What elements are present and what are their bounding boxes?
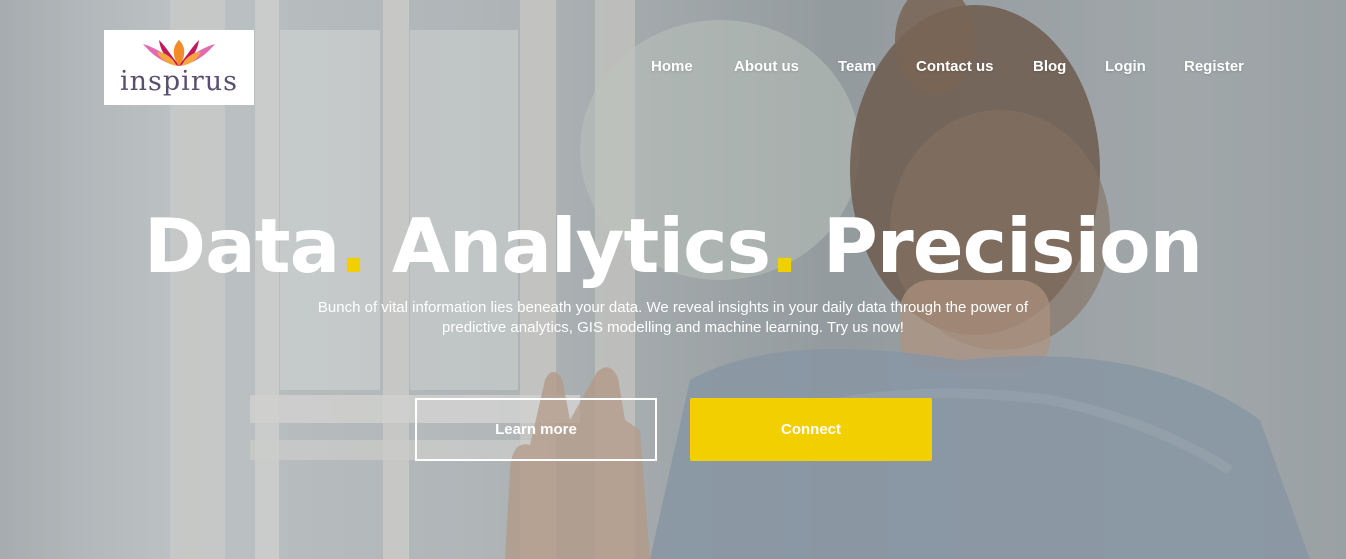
nav-blog[interactable]: Blog bbox=[1033, 58, 1066, 75]
nav-home[interactable]: Home bbox=[651, 58, 693, 75]
headline-dot: . bbox=[339, 202, 367, 290]
connect-button[interactable]: Connect bbox=[690, 398, 932, 461]
headline-word-precision: Precision bbox=[822, 202, 1203, 290]
hero-subtitle-line: Bunch of vital information lies beneath … bbox=[317, 299, 1029, 316]
headline-word-data: Data bbox=[143, 202, 340, 290]
nav-team[interactable]: Team bbox=[838, 58, 876, 75]
nav-contact-us[interactable]: Contact us bbox=[916, 58, 994, 75]
nav-register[interactable]: Register bbox=[1184, 58, 1244, 75]
hero-headline: Data. Analytics. Precision bbox=[0, 198, 1346, 294]
nav-login[interactable]: Login bbox=[1105, 58, 1146, 75]
hero-subtitle: Bunch of vital information lies beneath … bbox=[290, 298, 1056, 338]
hero-section: inspirus Home About us Team Contact us B… bbox=[0, 0, 1346, 559]
headline-dot: . bbox=[770, 202, 798, 290]
nav-about-us[interactable]: About us bbox=[734, 58, 799, 75]
main-navigation: Home About us Team Contact us Blog Login… bbox=[0, 58, 1346, 82]
hero-subtitle-line: predictive analytics, GIS modelling and … bbox=[442, 319, 904, 336]
learn-more-button[interactable]: Learn more bbox=[415, 398, 657, 461]
headline-word-analytics: Analytics bbox=[391, 202, 771, 290]
